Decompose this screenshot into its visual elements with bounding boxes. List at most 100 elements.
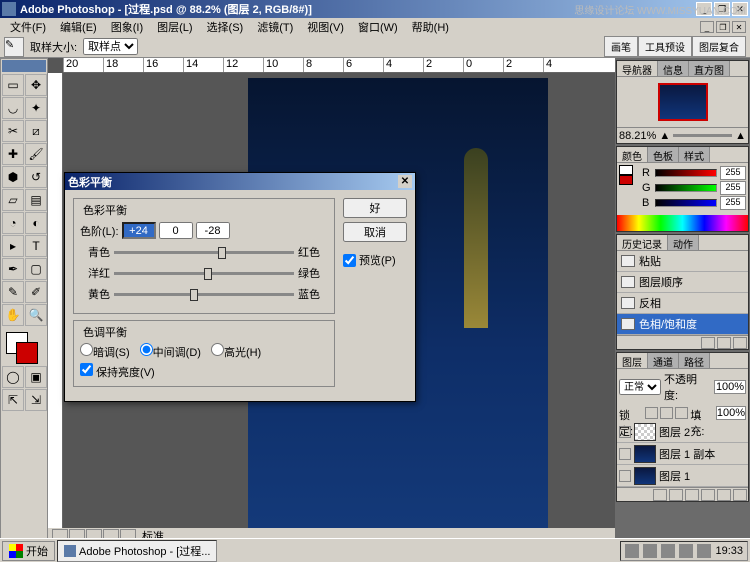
slider-magenta-green[interactable] xyxy=(114,272,294,275)
dodge-tool[interactable]: ◐ xyxy=(25,212,47,234)
tray-icon[interactable] xyxy=(661,544,675,558)
adjustment-layer-icon[interactable] xyxy=(701,489,715,501)
fg-swatch[interactable] xyxy=(619,165,633,175)
tray-icon[interactable] xyxy=(643,544,657,558)
level-yellow-blue-input[interactable] xyxy=(196,222,230,239)
ok-button[interactable]: 好 xyxy=(343,198,407,218)
menu-window[interactable]: 窗口(W) xyxy=(352,18,404,36)
dialog-titlebar[interactable]: 色彩平衡 ✕ xyxy=(65,173,415,190)
layer-row[interactable]: 图层 1 xyxy=(617,465,748,487)
radio-highlights[interactable]: 高光(H) xyxy=(211,343,261,360)
move-tool[interactable]: ✥ xyxy=(25,74,47,96)
lock-position-icon[interactable] xyxy=(660,407,673,419)
b-value[interactable]: 255 xyxy=(720,196,746,210)
slice-tool[interactable]: ⧄ xyxy=(25,120,47,142)
menu-view[interactable]: 视图(V) xyxy=(301,18,350,36)
visibility-icon[interactable] xyxy=(619,426,631,438)
tray-icon[interactable] xyxy=(679,544,693,558)
tab-channels[interactable]: 通道 xyxy=(648,353,679,368)
blend-mode-select[interactable]: 正常 xyxy=(619,379,661,395)
layer-mask-icon[interactable] xyxy=(669,489,683,501)
blur-tool[interactable]: ◔ xyxy=(2,212,24,234)
gradient-tool[interactable]: ▤ xyxy=(25,189,47,211)
trash-icon[interactable] xyxy=(733,489,747,501)
tab-color[interactable]: 颜色 xyxy=(617,147,648,162)
lasso-tool[interactable]: ◡ xyxy=(2,97,24,119)
layer-name[interactable]: 图层 2 xyxy=(659,424,690,440)
taskbar-app-button[interactable]: Adobe Photoshop - [过程... xyxy=(57,540,217,562)
g-slider[interactable] xyxy=(655,184,717,192)
layer-folder-icon[interactable] xyxy=(685,489,699,501)
zoom-out-icon[interactable]: ▲ xyxy=(659,130,670,142)
horizontal-ruler[interactable]: 2018161412108642024 xyxy=(63,58,615,73)
doc-minimize-button[interactable]: _ xyxy=(700,21,714,33)
notes-tool[interactable]: ✎ xyxy=(2,281,24,303)
tab-layers[interactable]: 图层 xyxy=(617,353,648,368)
menu-select[interactable]: 选择(S) xyxy=(201,18,250,36)
visibility-icon[interactable] xyxy=(619,448,631,460)
screenmode-button[interactable]: ▣ xyxy=(25,366,47,388)
jump2-button[interactable]: ⇲ xyxy=(25,389,47,411)
trash-icon[interactable] xyxy=(733,337,747,349)
doc-restore-button[interactable]: ❐ xyxy=(716,21,730,33)
start-button[interactable]: 开始 xyxy=(2,541,55,561)
new-layer-icon[interactable] xyxy=(717,489,731,501)
shape-tool[interactable]: ▢ xyxy=(25,258,47,280)
bg-swatch[interactable] xyxy=(619,175,633,185)
layer-thumbnail[interactable] xyxy=(634,445,656,463)
history-item[interactable]: 粘贴 xyxy=(617,251,748,272)
new-snapshot-icon[interactable] xyxy=(701,337,715,349)
zoom-slider[interactable] xyxy=(673,134,732,137)
jump-button[interactable]: ⇱ xyxy=(2,389,24,411)
radio-shadows[interactable]: 暗调(S) xyxy=(80,343,130,360)
layer-thumbnail[interactable] xyxy=(634,467,656,485)
doc-close-button[interactable]: ✕ xyxy=(732,21,746,33)
tab-styles[interactable]: 样式 xyxy=(679,147,710,162)
lock-all-icon[interactable] xyxy=(675,407,688,419)
layer-name[interactable]: 图层 1 副本 xyxy=(659,446,715,462)
layer-thumbnail[interactable] xyxy=(634,423,656,441)
r-value[interactable]: 255 xyxy=(720,166,746,180)
radio-midtones[interactable]: 中间调(D) xyxy=(140,343,201,360)
navigator-thumbnail[interactable] xyxy=(658,83,708,121)
new-document-icon[interactable] xyxy=(717,337,731,349)
tab-navigator[interactable]: 导航器 xyxy=(617,61,658,76)
eyedropper-tool[interactable]: ✐ xyxy=(25,281,47,303)
g-value[interactable]: 255 xyxy=(720,181,746,195)
fill-value[interactable]: 100% xyxy=(716,406,746,420)
tab-history[interactable]: 历史记录 xyxy=(617,235,668,250)
palette-toolpresets-button[interactable]: 工具预设 xyxy=(638,36,692,57)
color-spectrum[interactable] xyxy=(617,215,748,231)
tray-clock[interactable]: 19:33 xyxy=(715,545,743,557)
history-brush-tool[interactable]: ↺ xyxy=(25,166,47,188)
tab-swatches[interactable]: 色板 xyxy=(648,147,679,162)
menu-layer[interactable]: 图层(L) xyxy=(151,18,198,36)
lock-pixels-icon[interactable] xyxy=(645,407,658,419)
layer-row[interactable]: 图层 2 xyxy=(617,421,748,443)
eraser-tool[interactable]: ▱ xyxy=(2,189,24,211)
b-slider[interactable] xyxy=(655,199,717,207)
eyedropper-tool-icon[interactable]: ✎ xyxy=(4,37,24,57)
crop-tool[interactable]: ✂ xyxy=(2,120,24,142)
palette-brushes-button[interactable]: 画笔 xyxy=(604,36,638,57)
zoom-in-icon[interactable]: ▲ xyxy=(735,130,746,142)
tab-actions[interactable]: 动作 xyxy=(668,235,699,250)
cancel-button[interactable]: 取消 xyxy=(343,222,407,242)
slider-yellow-blue[interactable] xyxy=(114,293,294,296)
color-swatches[interactable] xyxy=(2,330,46,366)
wand-tool[interactable]: ✦ xyxy=(25,97,47,119)
menu-edit[interactable]: 编辑(E) xyxy=(54,18,103,36)
menu-file[interactable]: 文件(F) xyxy=(4,18,52,36)
history-item[interactable]: 图层顺序 xyxy=(617,272,748,293)
heal-tool[interactable]: ✚ xyxy=(2,143,24,165)
preserve-luminosity-checkbox[interactable]: 保持亮度(V) xyxy=(80,367,155,379)
tray-icon[interactable] xyxy=(625,544,639,558)
tab-info[interactable]: 信息 xyxy=(658,61,689,76)
level-cyan-red-input[interactable] xyxy=(122,222,156,239)
zoom-tool[interactable]: 🔍 xyxy=(25,304,47,326)
hand-tool[interactable]: ✋ xyxy=(2,304,24,326)
dialog-close-button[interactable]: ✕ xyxy=(398,175,412,188)
quickmask-button[interactable]: ◯ xyxy=(2,366,24,388)
navigator-zoom-value[interactable]: 88.21% xyxy=(619,130,656,142)
path-tool[interactable]: ▸ xyxy=(2,235,24,257)
